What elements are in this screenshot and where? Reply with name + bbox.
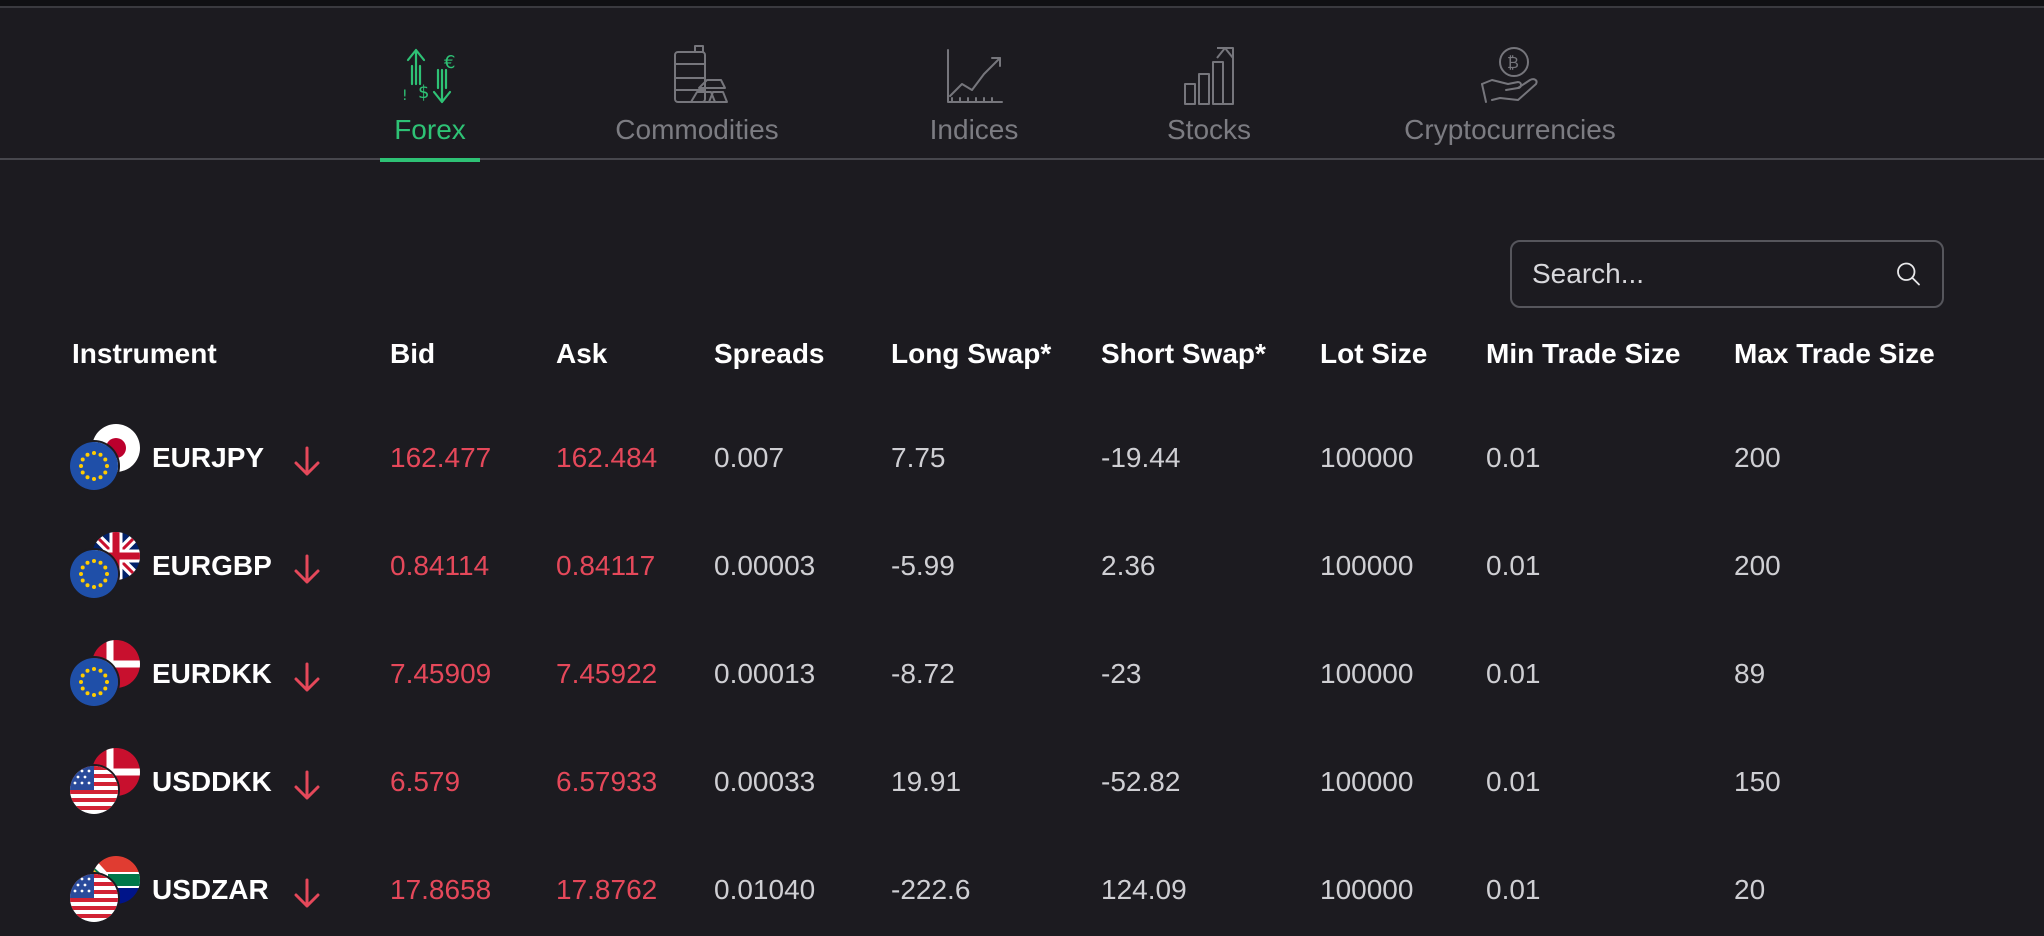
tab-label: Cryptocurrencies [1404,114,1616,145]
max-trade-size-value: 150 [1734,766,1781,797]
tab-commodities[interactable]: Commodities [612,44,782,160]
table-row[interactable]: USDDKK 6.579 6.57933 0.00033 19.91 -52.8… [0,738,2044,846]
tab-label: Forex [394,114,466,145]
min-trade-size-value: 0.01 [1486,658,1541,689]
short-swap-value: -23 [1101,658,1142,689]
short-swap-value: 2.36 [1101,550,1156,581]
tab-label: Stocks [1166,114,1252,145]
eu-flag-icon [70,658,118,706]
tab-indices[interactable]: Indices [926,44,1022,160]
currency-pair-flags [70,640,140,706]
column-header-long-swap[interactable]: Long Swap* [891,338,1051,370]
bid-price: 6.579 [390,766,461,797]
arrow-down-icon [294,446,320,476]
lot-size-value: 100000 [1320,766,1414,797]
currency-pair-flags [70,424,140,490]
currency-pair-flags [70,748,140,814]
oil-barrel-gold-icon [674,45,728,103]
max-trade-size-value: 200 [1734,550,1781,581]
arrow-down-icon [294,770,320,800]
table-row[interactable]: EURJPY 162.477 162.484 0.007 7.75 -19.44… [0,414,2044,522]
svg-text:$: $ [418,82,429,103]
long-swap-value: 7.75 [891,442,946,473]
short-swap-value: 124.09 [1101,874,1187,905]
instrument-symbol: EURDKK [152,658,272,689]
bid-price: 17.8658 [390,874,492,905]
currency-pair-flags [70,532,140,598]
arrow-down-icon [294,662,320,692]
short-swap-value: -52.82 [1101,766,1181,797]
min-trade-size-value: 0.01 [1486,874,1541,905]
arrow-down-icon [294,878,320,908]
lot-size-value: 100000 [1320,658,1414,689]
long-swap-value: -222.6 [891,874,971,905]
bar-chart-growth-icon [1184,47,1234,105]
search-input[interactable] [1512,241,1895,307]
svg-text:!: ! [402,88,408,104]
long-swap-value: 19.91 [891,766,962,797]
column-header-spreads[interactable]: Spreads [714,338,825,370]
search-icon[interactable] [1895,256,1922,292]
search-box [1510,240,1944,308]
line-chart-icon [947,49,1003,103]
instrument-symbol: EURGBP [152,550,272,581]
column-header-lot-size[interactable]: Lot Size [1320,338,1427,370]
column-header-short-swap[interactable]: Short Swap* [1101,338,1266,370]
ask-price: 6.57933 [556,766,658,797]
ask-price: 0.84117 [556,550,656,581]
bid-price: 162.477 [390,442,492,473]
column-header-min-trade-size[interactable]: Min Trade Size [1486,338,1681,370]
instrument-symbol: USDZAR [152,874,269,905]
tab-stocks[interactable]: Stocks [1164,44,1254,160]
tab-cryptocurrencies[interactable]: ₿ Cryptocurrencies [1398,44,1622,160]
spread-value: 0.00033 [714,766,816,797]
usa-flag-icon [70,766,118,814]
tab-label: Commodities [615,114,779,145]
tab-forex[interactable]: € $ ! Forex [380,44,480,162]
ask-price: 7.45922 [556,658,658,689]
min-trade-size-value: 0.01 [1486,766,1541,797]
column-header-instrument[interactable]: Instrument [72,338,217,370]
bid-price: 0.84114 [390,550,490,581]
lot-size-value: 100000 [1320,442,1414,473]
top-border [0,0,2044,8]
spread-value: 0.00003 [714,550,816,581]
lot-size-value: 100000 [1320,874,1414,905]
long-swap-value: -5.99 [891,550,955,581]
min-trade-size-value: 0.01 [1486,550,1541,581]
bitcoin-hand-icon: ₿ [1481,47,1538,103]
spread-value: 0.00013 [714,658,816,689]
instrument-category-tabs: € $ ! Forex Commodities Indices Stocks ₿… [0,8,2044,162]
spread-value: 0.01040 [714,874,816,905]
usa-flag-icon [70,874,118,922]
spread-value: 0.007 [714,442,785,473]
max-trade-size-value: 20 [1734,874,1766,905]
column-header-ask[interactable]: Ask [556,338,607,370]
ask-price: 17.8762 [556,874,658,905]
column-header-bid[interactable]: Bid [390,338,435,370]
lot-size-value: 100000 [1320,550,1414,581]
min-trade-size-value: 0.01 [1486,442,1541,473]
table-row[interactable]: EURGBP 0.84114 0.84117 0.00003 -5.99 2.3… [0,522,2044,630]
instrument-symbol: EURJPY [152,442,265,473]
ask-price: 162.484 [556,442,658,473]
long-swap-value: -8.72 [891,658,955,689]
table-row[interactable]: USDZAR 17.8658 17.8762 0.01040 -222.6 12… [0,846,2044,936]
table-row[interactable]: EURDKK 7.45909 7.45922 0.00013 -8.72 -23… [0,630,2044,738]
currency-pair-flags [70,856,140,922]
bid-price: 7.45909 [390,658,492,689]
svg-text:₿: ₿ [1507,53,1519,72]
instrument-symbol: USDDKK [152,766,272,797]
eu-flag-icon [70,442,118,490]
table-header: Instrument Bid Ask Spreads Long Swap* Sh… [0,338,2044,382]
max-trade-size-value: 89 [1734,658,1766,689]
short-swap-value: -19.44 [1101,442,1181,473]
tab-label: Indices [929,114,1019,145]
svg-text:€: € [444,52,455,73]
max-trade-size-value: 200 [1734,442,1781,473]
eu-flag-icon [70,550,118,598]
currency-exchange-icon: € $ ! [402,48,455,104]
arrow-down-icon [294,554,320,584]
column-header-max-trade-size[interactable]: Max Trade Size [1734,338,1935,370]
